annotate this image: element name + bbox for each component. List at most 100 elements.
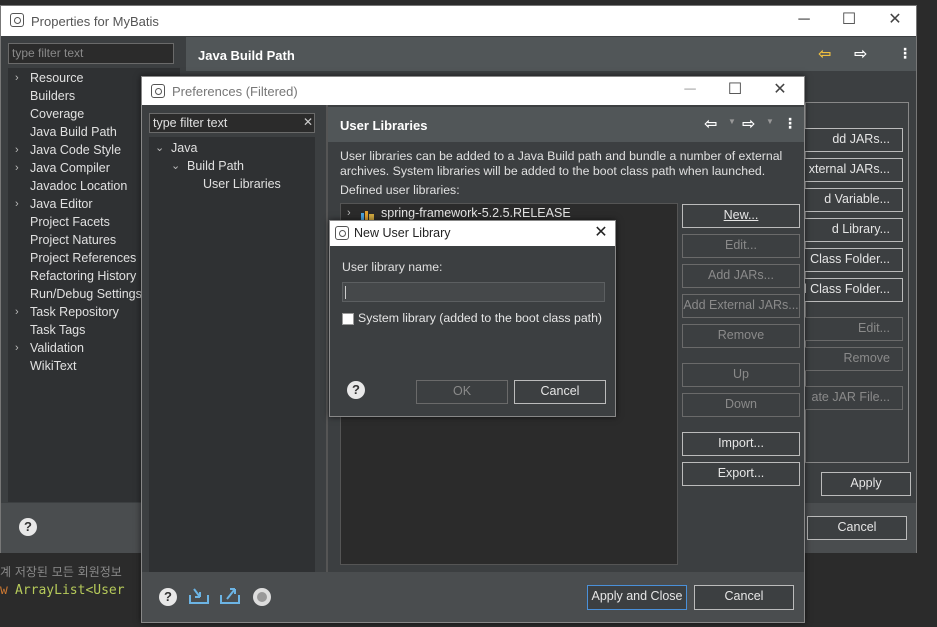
close-icon[interactable]: ✕ (770, 82, 790, 98)
chevron-down-icon[interactable]: ⌄ (155, 141, 164, 154)
chevron-right-icon[interactable]: › (15, 198, 19, 210)
properties-tree-label: Java Code Style (30, 143, 122, 157)
minimize-icon[interactable]: ─ (680, 82, 700, 98)
forward-arrow-icon[interactable]: ⇨ (854, 44, 867, 64)
preferences-tree-label: Java (171, 141, 198, 155)
editor-code-line: ArrayList<User (15, 583, 125, 598)
system-library-label[interactable]: System library (added to the boot class … (358, 311, 602, 325)
new-user-library-dialog: New User Library ✕ User library name: Sy… (329, 220, 616, 417)
properties-apply-button[interactable]: Apply (821, 472, 911, 496)
preferences-header: User Libraries ⇦ ▼ ⇨ ▼ ⋮ (328, 107, 804, 142)
properties-filter-input[interactable]: type filter text (8, 43, 174, 64)
properties-tree-label: Builders (30, 89, 76, 103)
properties-title: Properties for MyBatis (31, 14, 159, 29)
preferences-tree: ⌄ Java ⌄ Build Path User Libraries (149, 137, 315, 572)
properties-tree-label: Javadoc Location (30, 179, 128, 193)
maximize-icon[interactable]: ☐ (839, 12, 859, 28)
chevron-right-icon[interactable]: › (15, 144, 19, 156)
library-icon (361, 208, 375, 220)
eclipse-icon (10, 13, 24, 27)
library-name-input[interactable] (342, 282, 605, 302)
back-arrow-icon[interactable]: ⇦ (704, 114, 717, 134)
properties-page-title: Java Build Path (198, 48, 295, 63)
text-cursor (345, 286, 346, 299)
chevron-right-icon[interactable]: › (347, 207, 351, 219)
dialog-cancel-button[interactable]: Cancel (514, 380, 606, 404)
preferences-page-title: User Libraries (340, 118, 428, 133)
help-icon[interactable]: ? (347, 381, 365, 399)
preferences-divider (326, 105, 328, 572)
ok-button[interactable]: OK (416, 380, 508, 404)
preferences-tree-item[interactable]: ⌄ Java (149, 141, 313, 157)
properties-tree-label: Project Facets (30, 215, 110, 229)
add-external-jars-button[interactable]: Add External JARs... (682, 294, 800, 318)
new-button-label: New... (723, 208, 759, 222)
properties-tree-label: Validation (30, 341, 84, 355)
edit-button[interactable]: Edit... (682, 234, 800, 258)
user-libraries-description: User libraries can be added to a Java Bu… (340, 149, 783, 178)
menu-dots-icon[interactable]: ⋮ (783, 115, 797, 132)
properties-title-bar: Properties for MyBatis ─ ☐ ✕ (1, 6, 916, 36)
record-icon[interactable] (253, 588, 271, 606)
menu-dots-icon[interactable]: ⋮ (898, 45, 912, 62)
eclipse-icon (151, 84, 165, 98)
chevron-down-icon[interactable]: ⌄ (171, 159, 180, 172)
record-dot (257, 592, 267, 602)
add-jars-button[interactable]: Add JARs... (682, 264, 800, 288)
library-name-label: User library name: (342, 260, 443, 274)
properties-tree-label: WikiText (30, 359, 77, 373)
properties-cancel-button[interactable]: Cancel (807, 516, 907, 540)
preferences-title-bar: Preferences (Filtered) ─ ☐ ✕ (142, 77, 804, 105)
preferences-tree-item[interactable]: User Libraries (149, 177, 313, 193)
preferences-cancel-button[interactable]: Cancel (694, 585, 794, 610)
preferences-tree-label: User Libraries (203, 177, 281, 191)
close-icon[interactable]: ✕ (591, 225, 611, 241)
properties-tree-label: Task Tags (30, 323, 86, 337)
back-arrow-icon[interactable]: ⇦ (818, 44, 831, 64)
new-button[interactable]: New... (682, 204, 800, 228)
help-icon[interactable]: ? (19, 518, 37, 536)
preferences-tree-item[interactable]: ⌄ Build Path (149, 159, 313, 175)
library-label: spring-framework-5.2.5.RELEASE (381, 206, 571, 220)
properties-tree-label: Refactoring History (30, 269, 137, 283)
defined-libraries-label: Defined user libraries: (340, 183, 460, 197)
import-prefs-icon[interactable] (188, 585, 210, 608)
properties-tree-label: Project Natures (30, 233, 117, 247)
back-dropdown-icon[interactable]: ▼ (728, 117, 736, 126)
minimize-icon[interactable]: ─ (794, 12, 814, 28)
export-prefs-icon[interactable] (219, 585, 241, 608)
preferences-tree-label: Build Path (187, 159, 244, 173)
clear-filter-icon[interactable]: ✕ (303, 115, 313, 129)
chevron-right-icon[interactable]: › (15, 72, 19, 84)
properties-tree-label: Project References (30, 251, 137, 265)
chevron-right-icon[interactable]: › (15, 342, 19, 354)
system-library-checkbox[interactable] (342, 313, 354, 325)
preferences-title: Preferences (Filtered) (172, 84, 298, 99)
properties-tree-label: Java Build Path (30, 125, 117, 139)
properties-tree-label: Java Editor (30, 197, 93, 211)
import-button[interactable]: Import... (682, 432, 800, 456)
properties-tree-label: Resource (30, 71, 84, 85)
maximize-icon[interactable]: ☐ (725, 82, 745, 98)
editor-comment-line: 계 저장된 모든 회원정보 (0, 565, 122, 579)
properties-tree-label: Coverage (30, 107, 85, 121)
preferences-filter-input[interactable]: type filter text ✕ (149, 113, 315, 133)
up-button[interactable]: Up (682, 363, 800, 387)
properties-header: Java Build Path ⇦ ⇨ ⋮ (186, 37, 916, 71)
filter-text: type filter text (153, 116, 228, 130)
dialog-title: New User Library (354, 226, 451, 240)
remove-button[interactable]: Remove (682, 324, 800, 348)
forward-arrow-icon[interactable]: ⇨ (742, 114, 755, 134)
properties-tree-label: Java Compiler (30, 161, 110, 175)
help-icon[interactable]: ? (159, 588, 177, 606)
properties-tree-label: Task Repository (30, 305, 119, 319)
close-icon[interactable]: ✕ (885, 12, 905, 28)
down-button[interactable]: Down (682, 393, 800, 417)
chevron-right-icon[interactable]: › (15, 162, 19, 174)
properties-tree-label: Run/Debug Settings (30, 287, 142, 301)
export-button[interactable]: Export... (682, 462, 800, 486)
chevron-right-icon[interactable]: › (15, 306, 19, 318)
apply-and-close-button[interactable]: Apply and Close (587, 585, 687, 610)
editor-code-keyword: w (0, 583, 8, 598)
forward-dropdown-icon[interactable]: ▼ (766, 117, 774, 126)
